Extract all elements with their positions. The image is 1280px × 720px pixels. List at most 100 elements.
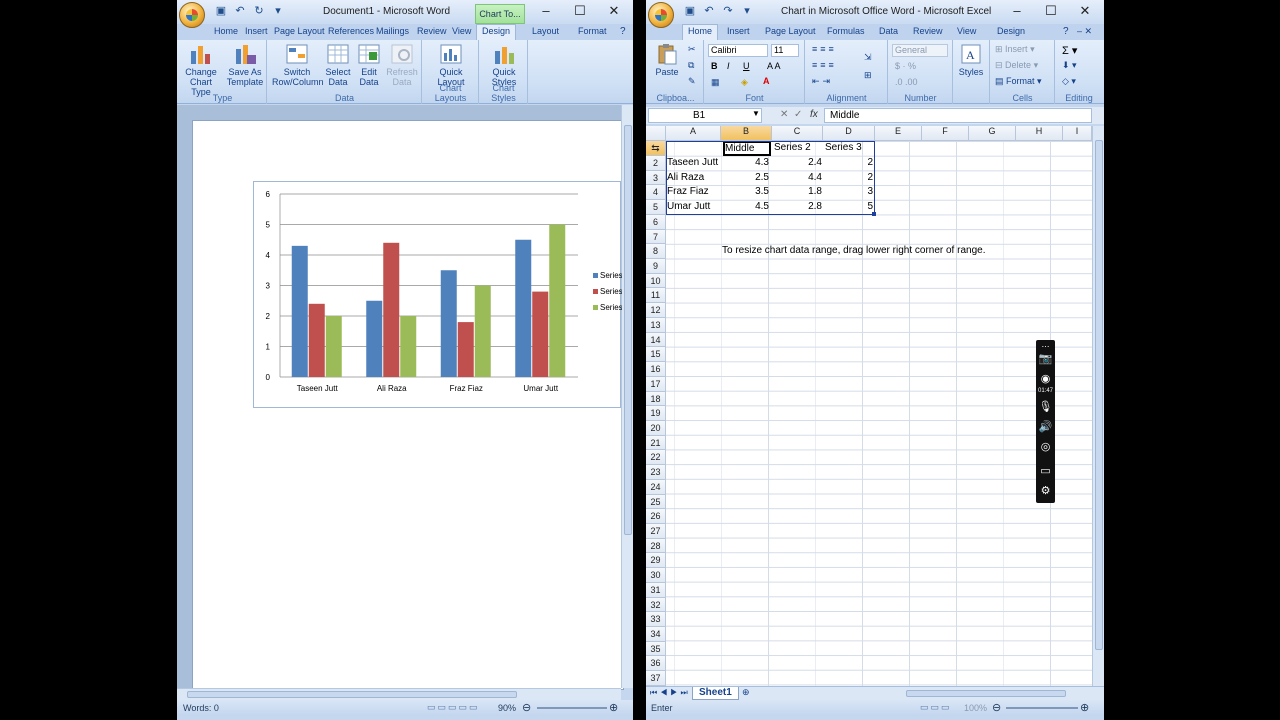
save-as-template-button[interactable]: Save As Template bbox=[225, 43, 265, 87]
row-header-19[interactable]: 19 bbox=[646, 406, 666, 421]
row-header-16[interactable]: 16 bbox=[646, 362, 666, 377]
underline-icon[interactable]: U bbox=[743, 61, 750, 71]
tab-page-layout[interactable]: Page Layout bbox=[269, 25, 330, 37]
grow-font-icon[interactable]: A A bbox=[767, 61, 781, 71]
row-header-33[interactable]: 33 bbox=[646, 612, 666, 628]
row-header-22[interactable]: 22 bbox=[646, 450, 666, 466]
row-header-7[interactable]: 7 bbox=[646, 229, 666, 245]
word-count[interactable]: Words: 0 bbox=[183, 703, 219, 713]
row-header-9[interactable]: 9 bbox=[646, 259, 666, 274]
row-header-36[interactable]: 36 bbox=[646, 656, 666, 672]
row-header-6[interactable]: 6 bbox=[646, 214, 666, 230]
maximize-icon[interactable]: ☐ bbox=[1034, 0, 1068, 22]
tab-home[interactable]: Home bbox=[682, 24, 719, 40]
word-horizontal-scrollbar[interactable] bbox=[177, 688, 621, 700]
row-header-31[interactable]: 31 bbox=[646, 582, 666, 598]
name-box-dropdown-icon[interactable]: ▼ bbox=[752, 109, 760, 118]
row-header-12[interactable]: 12 bbox=[646, 303, 666, 318]
excel-zoom-level[interactable]: 100% bbox=[964, 703, 987, 713]
screen-icon[interactable]: ▭ bbox=[1036, 464, 1055, 477]
select-all-corner[interactable] bbox=[646, 126, 666, 141]
row-header-18[interactable]: 18 bbox=[646, 391, 666, 407]
row-header-25[interactable]: 25 bbox=[646, 494, 666, 510]
word-horizontal-scroll-thumb[interactable] bbox=[187, 691, 517, 698]
maximize-icon[interactable]: ☐ bbox=[563, 0, 597, 22]
font-size-box[interactable]: 11 bbox=[771, 44, 799, 57]
italic-icon[interactable]: I bbox=[727, 61, 730, 71]
edit-data-button[interactable]: Edit Data bbox=[354, 43, 384, 87]
tab-formulas[interactable]: Formulas bbox=[822, 25, 870, 37]
row-header-10[interactable]: 10 bbox=[646, 273, 666, 289]
quick-styles-button[interactable]: Quick Styles bbox=[484, 43, 524, 87]
excel-vertical-scroll-thumb[interactable] bbox=[1095, 140, 1103, 650]
row-header-37[interactable]: 37 bbox=[646, 671, 666, 686]
tab-review[interactable]: Review bbox=[412, 25, 452, 37]
column-header-g[interactable]: G bbox=[969, 126, 1016, 141]
styles-button[interactable]: A Styles bbox=[954, 43, 988, 77]
office-button[interactable] bbox=[648, 2, 674, 28]
sheet-navigation-icon[interactable]: ⏮◀▶⏭ bbox=[650, 688, 691, 698]
wrap-text-icon[interactable]: ⇲ bbox=[864, 52, 872, 63]
excel-zoom-slider[interactable] bbox=[1006, 707, 1078, 709]
close-icon[interactable]: ✕ bbox=[1068, 0, 1102, 22]
column-header-i[interactable]: I bbox=[1063, 126, 1092, 141]
row-header-26[interactable]: 26 bbox=[646, 509, 666, 524]
tab-home[interactable]: Home bbox=[209, 25, 243, 37]
tab-format[interactable]: Format bbox=[573, 25, 612, 37]
column-header-c[interactable]: C bbox=[772, 126, 823, 141]
help-icon[interactable]: ? bbox=[615, 25, 631, 38]
zoom-out-icon[interactable]: ⊖ bbox=[522, 701, 531, 714]
minimize-icon[interactable]: – bbox=[529, 0, 563, 22]
tab-layout[interactable]: Layout bbox=[527, 25, 564, 37]
column-header-h[interactable]: H bbox=[1016, 126, 1063, 141]
row-header-3[interactable]: 3 bbox=[646, 170, 666, 186]
row-header-20[interactable]: 20 bbox=[646, 420, 666, 436]
cut-icon[interactable]: ✂ bbox=[688, 44, 696, 55]
microphone-icon[interactable]: 🎙 bbox=[1036, 400, 1055, 413]
column-header-b[interactable]: B bbox=[721, 126, 772, 141]
row-header-4[interactable]: 4 bbox=[646, 185, 666, 201]
undo-icon[interactable]: ↶ bbox=[701, 4, 717, 18]
excel-horizontal-scroll-thumb[interactable] bbox=[906, 690, 1066, 697]
column-header-e[interactable]: E bbox=[875, 126, 922, 141]
camera-icon[interactable]: 📷 bbox=[1036, 352, 1055, 365]
customize-qat-icon[interactable]: ▾ bbox=[270, 4, 286, 18]
row-header-14[interactable]: 14 bbox=[646, 332, 666, 348]
row-header-28[interactable]: 28 bbox=[646, 538, 666, 554]
fill-icon[interactable]: ⬇ ▾ bbox=[1062, 60, 1077, 71]
zoom-out-icon[interactable]: ⊖ bbox=[992, 701, 1001, 714]
record-icon[interactable]: ◉ bbox=[1036, 372, 1055, 385]
row-header-24[interactable]: 24 bbox=[646, 479, 666, 495]
tab-insert[interactable]: Insert bbox=[240, 25, 273, 37]
embedded-chart[interactable]: 0 1 2 3 4 5 6 Taseen Jutt Ali Raza Fraz Fiaz Umar … bbox=[253, 181, 623, 408]
column-header-f[interactable]: F bbox=[922, 126, 969, 141]
row-header-21[interactable]: 21 bbox=[646, 435, 666, 451]
font-color-icon[interactable]: A bbox=[763, 76, 770, 86]
currency-icon[interactable]: $ · % bbox=[895, 61, 916, 71]
tab-page-layout[interactable]: Page Layout bbox=[760, 25, 821, 37]
close-icon[interactable]: ✕ bbox=[597, 0, 631, 22]
decimal-icon[interactable]: .0 .00 bbox=[895, 77, 918, 87]
speaker-icon[interactable]: 🔊 bbox=[1036, 420, 1055, 433]
name-box[interactable]: B1 bbox=[648, 108, 762, 123]
select-data-button[interactable]: Select Data bbox=[323, 43, 353, 87]
font-name-box[interactable]: Calibri bbox=[708, 44, 768, 57]
zoom-in-icon[interactable]: ⊕ bbox=[1080, 701, 1089, 714]
tab-data[interactable]: Data bbox=[874, 25, 903, 37]
formula-input[interactable]: Middle bbox=[824, 108, 1092, 123]
row-header-29[interactable]: 29 bbox=[646, 553, 666, 569]
customize-qat-icon[interactable]: ▾ bbox=[739, 4, 755, 18]
switch-row-column-button[interactable]: Switch Row/Column bbox=[272, 43, 324, 87]
ribbon-minimize-icon[interactable]: – ✕ bbox=[1072, 25, 1097, 38]
confirm-entry-icon[interactable]: ✓ bbox=[794, 109, 802, 120]
horizontal-align-icon[interactable]: ≡≡≡ bbox=[812, 60, 837, 70]
format-painter-icon[interactable]: ✎ bbox=[688, 76, 696, 87]
word-vertical-scroll-thumb[interactable] bbox=[624, 125, 632, 535]
chart-data-range-border[interactable] bbox=[666, 141, 875, 215]
webcam-icon[interactable]: ◎ bbox=[1036, 440, 1055, 453]
redo-icon[interactable]: ↷ bbox=[720, 4, 736, 18]
undo-icon[interactable]: ↶ bbox=[232, 4, 248, 18]
row-header-8[interactable]: 8 bbox=[646, 244, 666, 260]
row-header-5[interactable]: 5 bbox=[646, 200, 666, 215]
autosum-icon[interactable]: Σ ▾ bbox=[1062, 44, 1077, 57]
